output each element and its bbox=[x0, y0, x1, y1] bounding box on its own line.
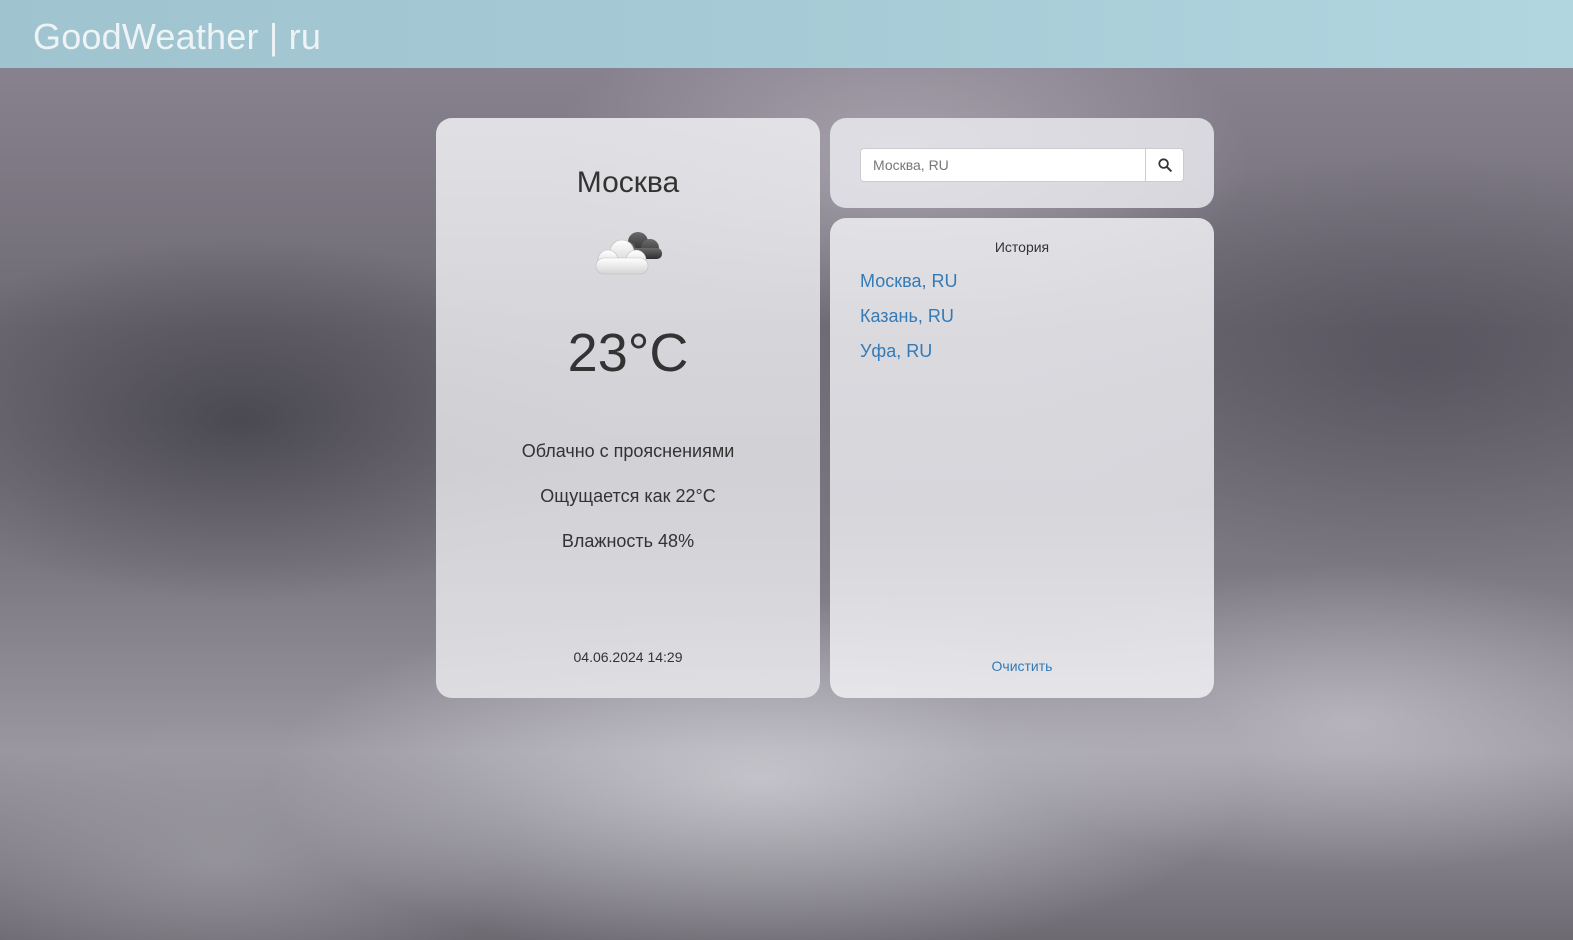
history-item: Москва, RU bbox=[860, 270, 957, 305]
history-link-moscow[interactable]: Москва, RU bbox=[860, 271, 957, 291]
history-link-ufa[interactable]: Уфа, RU bbox=[860, 341, 932, 361]
history-item: Казань, RU bbox=[860, 305, 957, 340]
search-card bbox=[830, 118, 1214, 208]
city-name: Москва bbox=[576, 166, 680, 199]
update-timestamp: 04.06.2024 14:29 bbox=[573, 649, 683, 665]
weather-description: Облачно с прояснениями bbox=[521, 441, 735, 461]
history-list: Москва, RU Казань, RU Уфа, RU bbox=[860, 270, 957, 375]
brand-title[interactable]: GoodWeather | ru bbox=[33, 16, 321, 58]
history-card: История Москва, RU Казань, RU Уфа, RU Оч… bbox=[830, 218, 1214, 698]
feels-like: Ощущается как 22°C bbox=[540, 486, 716, 506]
current-weather-card: Москва 23°C Облачно с прояснениями Ощуща… bbox=[436, 118, 820, 698]
history-title: История bbox=[994, 239, 1050, 255]
city-search-input[interactable] bbox=[860, 148, 1145, 182]
clear-history-link[interactable]: Очистить bbox=[830, 658, 1214, 674]
temperature: 23°C bbox=[567, 323, 689, 383]
history-item: Уфа, RU bbox=[860, 340, 957, 375]
navbar: GoodWeather | ru bbox=[0, 0, 1573, 68]
history-link-kazan[interactable]: Казань, RU bbox=[860, 306, 954, 326]
partly-cloudy-icon bbox=[595, 232, 662, 275]
search-button[interactable] bbox=[1145, 148, 1184, 182]
search-icon bbox=[1157, 158, 1172, 172]
search-group bbox=[860, 148, 1184, 182]
humidity: Влажность 48% bbox=[561, 531, 695, 551]
